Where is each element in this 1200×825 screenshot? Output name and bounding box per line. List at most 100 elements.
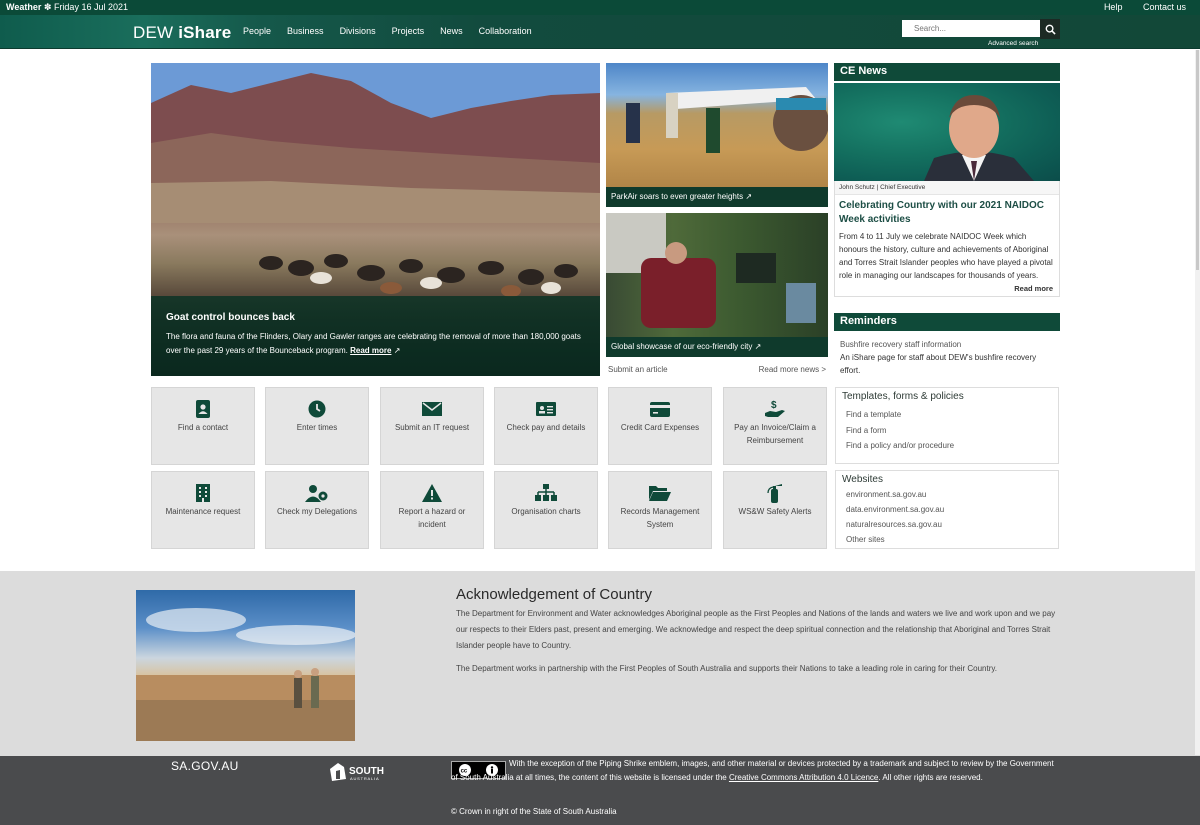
building-icon	[152, 483, 254, 503]
read-more-news-link[interactable]: Read more news >	[759, 365, 826, 374]
site-logo[interactable]: DEW iShare	[133, 23, 231, 43]
tile-label: Pay an Invoice/Claim a Reimbursement	[734, 423, 816, 445]
tile-records-management-system[interactable]: Records Management System	[608, 471, 712, 549]
eco-city-image	[606, 213, 816, 328]
news-links: Submit an article Read more news >	[608, 365, 828, 374]
nav-divisions[interactable]: Divisions	[340, 26, 376, 36]
templates-panel: Templates, forms & policies Find a templ…	[835, 387, 1059, 464]
websites-heading: Websites	[842, 474, 883, 485]
news-card-parkair[interactable]: ParkAir soars to even greater heights ↗	[606, 63, 828, 207]
tile-find-a-contact[interactable]: Find a contact	[151, 387, 255, 465]
credit-card-icon	[609, 399, 711, 419]
tile-maintenance-request[interactable]: Maintenance request	[151, 471, 255, 549]
search-icon	[1045, 24, 1056, 35]
reminders-panel: Reminders Bushfire recovery staff inform…	[834, 313, 1060, 377]
tile-check-pay-and-details[interactable]: Check pay and details	[494, 387, 598, 465]
clock-icon	[266, 399, 368, 419]
svg-text:$: $	[771, 400, 777, 411]
ce-news-heading: CE News	[834, 63, 1060, 81]
warning-icon	[381, 483, 483, 503]
tile-ws-w-safety-alerts[interactable]: WS&W Safety Alerts	[723, 471, 827, 549]
address-book-icon	[152, 399, 254, 419]
submit-article-link[interactable]: Submit an article	[608, 365, 668, 374]
id-card-icon	[495, 399, 597, 419]
parkair-plane-image	[626, 87, 828, 153]
page-scrollbar[interactable]	[1195, 50, 1200, 755]
hero-read-more-link[interactable]: Read more	[350, 346, 391, 355]
acknowledgement-heading: Acknowledgement of Country	[456, 586, 652, 603]
scrollbar-thumb[interactable]	[1196, 50, 1199, 270]
acknowledgement-paragraph-2: The Department works in partnership with…	[456, 664, 998, 673]
reminders-heading: Reminders	[834, 313, 1060, 331]
ce-article-text: From 4 to 11 July we celebrate NAIDOC We…	[839, 232, 1053, 280]
tile-label: Find a contact	[177, 423, 229, 432]
tile-organisation-charts[interactable]: Organisation charts	[494, 471, 598, 549]
tile-credit-card-expenses[interactable]: Credit Card Expenses	[608, 387, 712, 465]
find-policy-link[interactable]: Find a policy and/or procedure	[842, 438, 1052, 454]
nav-people[interactable]: People	[243, 26, 271, 36]
sitemap-icon	[495, 483, 597, 503]
website-link[interactable]: environment.sa.gov.au	[842, 487, 1052, 502]
tile-label: Report a hazard or incident	[398, 507, 466, 529]
hero-title[interactable]: Goat control bounces back	[166, 312, 585, 323]
contact-us-link[interactable]: Contact us	[1143, 2, 1186, 12]
tile-pay-an-invoice-claim-a-reimbursement[interactable]: $ Pay an Invoice/Claim a Reimbursement	[723, 387, 827, 465]
license-text: With the exception of the Piping Shrike …	[451, 759, 1054, 782]
find-template-link[interactable]: Find a template	[842, 407, 1052, 423]
news-card-caption: Global showcase of our eco-friendly city…	[606, 337, 828, 357]
tile-label: Credit Card Expenses	[620, 423, 700, 432]
nav-news[interactable]: News	[440, 26, 463, 36]
sun-icon: ✽	[43, 2, 52, 12]
fire-extinguisher-icon	[724, 483, 826, 503]
external-link-icon: ↗	[754, 342, 762, 351]
hand-dollar-icon: $	[724, 399, 826, 419]
envelope-icon	[381, 399, 483, 419]
nav-projects[interactable]: Projects	[392, 26, 425, 36]
main-nav: People Business Divisions Projects News …	[243, 26, 548, 36]
south-australia-logo[interactable]: SOUTH AUSTRALIA	[328, 761, 398, 788]
tile-label: WS&W Safety Alerts	[738, 507, 812, 516]
news-card-eco-city[interactable]: Global showcase of our eco-friendly city…	[606, 213, 828, 357]
tile-label: Enter times	[296, 423, 338, 432]
tile-label: Records Management System	[620, 507, 700, 529]
external-link-icon: ↗	[745, 192, 753, 201]
nav-collaboration[interactable]: Collaboration	[479, 26, 532, 36]
templates-heading: Templates, forms & policies	[842, 391, 964, 402]
find-form-link[interactable]: Find a form	[842, 423, 1052, 439]
ce-author: John Schutz | Chief Executive	[835, 181, 1059, 195]
websites-panel: Websites environment.sa.gov.au data.envi…	[835, 470, 1059, 549]
user-cog-icon	[266, 483, 368, 503]
utility-bar: Weather ✽ Friday 16 Jul 2021 Help Contac…	[0, 0, 1200, 15]
nav-business[interactable]: Business	[287, 26, 324, 36]
website-link[interactable]: data.environment.sa.gov.au	[842, 502, 1052, 517]
current-date: Friday 16 Jul 2021	[53, 2, 128, 12]
hero-mountains-image	[151, 63, 600, 223]
brand-name: iShare	[178, 23, 232, 42]
tile-enter-times[interactable]: Enter times	[265, 387, 369, 465]
search-button[interactable]	[1040, 19, 1060, 39]
site-header: DEW iShare People Business Divisions Pro…	[0, 15, 1200, 49]
tile-label: Check my Delegations	[276, 507, 358, 516]
other-sites-link[interactable]: Other sites	[842, 532, 1052, 547]
advanced-search-link[interactable]: Advanced search	[988, 40, 1038, 47]
tile-check-my-delegations[interactable]: Check my Delegations	[265, 471, 369, 549]
search-input[interactable]	[902, 20, 1040, 37]
hero-caption: Goat control bounces back The flora and …	[151, 296, 600, 376]
help-link[interactable]: Help	[1104, 2, 1123, 12]
site-footer: SA.GOV.AU SOUTH AUSTRALIA cc With the ex…	[0, 756, 1200, 825]
folder-open-icon	[609, 483, 711, 503]
weather-date: Weather ✽ Friday 16 Jul 2021	[6, 2, 128, 13]
brand-prefix: DEW	[133, 23, 174, 42]
tile-submit-an-it-request[interactable]: Submit an IT request	[380, 387, 484, 465]
hero-feature[interactable]: Goat control bounces back The flora and …	[151, 63, 600, 376]
ce-read-more-link[interactable]: Read more	[835, 282, 1059, 296]
website-link[interactable]: naturalresources.sa.gov.au	[842, 517, 1052, 532]
weather-link[interactable]: Weather	[6, 2, 41, 12]
bushfire-recovery-link[interactable]: Bushfire recovery staff information	[834, 331, 1060, 349]
tile-report-a-hazard-or-incident[interactable]: Report a hazard or incident	[380, 471, 484, 549]
sa-gov-link[interactable]: SA.GOV.AU	[171, 759, 239, 773]
cc-license-link[interactable]: Creative Commons Attribution 4.0 Licence	[729, 773, 878, 782]
ce-article-title[interactable]: Celebrating Country with our 2021 NAIDOC…	[835, 195, 1059, 227]
acknowledgement-section: Acknowledgement of Country The Departmen…	[0, 571, 1200, 756]
tile-label: Submit an IT request	[394, 423, 470, 432]
